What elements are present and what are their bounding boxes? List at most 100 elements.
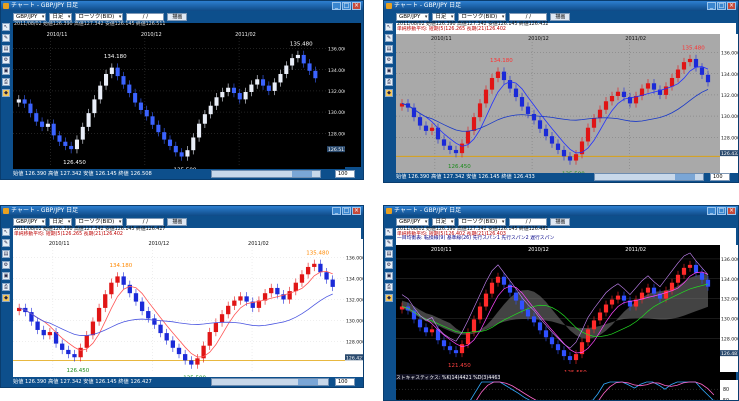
date-input[interactable]: / /	[126, 218, 165, 226]
candle	[681, 62, 687, 70]
candle-type-select[interactable]: ローソク(BID)	[458, 218, 507, 226]
cursor-tool-icon[interactable]: ↖	[385, 23, 393, 31]
window-titlebar[interactable]: チャート - GBP/JPY 日足 _ □ ×	[1, 1, 363, 11]
indicator-icon[interactable]: ▤	[385, 250, 393, 258]
draw-button[interactable]: 描画	[167, 13, 188, 21]
candlestick-chart[interactable]: 2010/11 2010/12 2011/02 136.000 134.000 132.0…	[13, 30, 345, 169]
candlestick-chart[interactable]: 2010/11 2010/12 2011/02 136.000 134.000 132.0…	[13, 239, 363, 377]
candle-type-select[interactable]: ローソク(BID)	[458, 13, 507, 21]
period-select[interactable]: 日足	[49, 13, 73, 21]
candle-type-select[interactable]: ローソク(BID)	[75, 13, 124, 21]
settings-icon[interactable]: ⚙	[385, 261, 393, 269]
settings-icon[interactable]: ⚙	[2, 56, 10, 64]
pen-tool-icon[interactable]: ✎	[2, 239, 10, 247]
stochastics-chart[interactable]: 805020	[396, 380, 738, 401]
pen-tool-icon[interactable]: ✎	[385, 239, 393, 247]
minimize-button[interactable]: _	[707, 207, 716, 215]
ichimoku-chart[interactable]: 2010/11 2010/12 2011/02 136.000 134.000 132.0…	[396, 245, 738, 372]
close-button[interactable]: ×	[727, 2, 736, 10]
close-button[interactable]: ×	[352, 207, 361, 215]
candle	[465, 332, 471, 345]
print-icon[interactable]: ⎙	[2, 78, 10, 86]
candle	[531, 113, 537, 121]
symbol-select[interactable]: GBP/JPY	[13, 13, 47, 21]
draw-button[interactable]: 描画	[167, 218, 188, 226]
cursor-tool-icon[interactable]: ↖	[385, 228, 393, 236]
candle	[441, 340, 447, 347]
chart-window-2: チャート - GBP/JPY 日足 _ □ × GBP/JPY 日足 ローソク(…	[383, 0, 739, 183]
chart-area[interactable]: 2011/08/02 始値126.390 高値127.342 安値126.145…	[396, 22, 738, 173]
minimize-button[interactable]: _	[332, 207, 341, 215]
save-icon[interactable]: ▣	[385, 272, 393, 280]
symbol-select[interactable]: GBP/JPY	[396, 13, 430, 21]
candlestick-chart[interactable]: 2010/11 2010/12 2011/02 136.000 134.000 132.0…	[396, 34, 738, 173]
save-icon[interactable]: ▣	[385, 67, 393, 75]
draw-button[interactable]: 描画	[550, 218, 571, 226]
candle	[84, 335, 89, 348]
print-icon[interactable]: ⎙	[385, 283, 393, 291]
window-titlebar[interactable]: チャート - GBP/JPY 日足 _ □ ×	[1, 206, 363, 216]
close-button[interactable]: ×	[352, 2, 361, 10]
date-input[interactable]: / /	[509, 13, 548, 21]
save-icon[interactable]: ▣	[2, 67, 10, 75]
period-select[interactable]: 日足	[432, 218, 456, 226]
period-select[interactable]: 日足	[432, 13, 456, 21]
zoom-select[interactable]: 100	[335, 378, 355, 386]
candle	[573, 154, 579, 161]
save-icon[interactable]: ▣	[2, 272, 10, 280]
settings-icon[interactable]: ⚙	[385, 56, 393, 64]
candle	[182, 354, 188, 361]
window-titlebar[interactable]: チャート - GBP/JPY 日足 _ □ ×	[384, 1, 738, 11]
chart-area[interactable]: 2011/08/02 始値126.390 高値127.342 安値126.145…	[396, 227, 738, 401]
zoom-select[interactable]: 100	[710, 173, 730, 181]
chart-area[interactable]: 2011/08/02 始値126.390 高値127.342 安値126.145…	[13, 22, 361, 169]
scroll-thumb[interactable]	[675, 174, 695, 180]
close-button[interactable]: ×	[727, 207, 736, 215]
pen-tool-icon[interactable]: ✎	[385, 34, 393, 42]
color-icon[interactable]: ◆	[2, 294, 10, 302]
cursor-tool-icon[interactable]: ↖	[2, 23, 10, 31]
horizontal-scrollbar[interactable]	[211, 378, 329, 386]
print-icon[interactable]: ⎙	[385, 78, 393, 86]
minimize-button[interactable]: _	[332, 2, 341, 10]
cursor-tool-icon[interactable]: ↖	[2, 228, 10, 236]
scroll-thumb[interactable]	[292, 171, 312, 177]
scroll-thumb[interactable]	[298, 379, 318, 385]
x-tick-label: 2010/12	[528, 247, 549, 253]
horizontal-scrollbar[interactable]	[211, 170, 321, 178]
horizontal-scrollbar[interactable]	[594, 173, 704, 181]
candle	[96, 307, 102, 322]
color-icon[interactable]: ◆	[385, 294, 393, 302]
candle	[525, 309, 531, 317]
candle-type-select[interactable]: ローソク(BID)	[75, 218, 124, 226]
maximize-button[interactable]: □	[342, 2, 351, 10]
candle	[453, 350, 459, 354]
window-titlebar[interactable]: チャート - GBP/JPY 日足 _ □ ×	[384, 206, 738, 216]
candle	[226, 305, 231, 315]
maximize-button[interactable]: □	[717, 2, 726, 10]
maximize-button[interactable]: □	[717, 207, 726, 215]
indicator-icon[interactable]: ▤	[385, 45, 393, 53]
candle	[219, 314, 225, 323]
color-icon[interactable]: ◆	[385, 89, 393, 97]
settings-icon[interactable]: ⚙	[2, 261, 10, 269]
indicator-icon[interactable]: ▤	[2, 250, 10, 258]
pen-tool-icon[interactable]: ✎	[2, 34, 10, 42]
zoom-select[interactable]: 100	[335, 170, 355, 178]
draw-button[interactable]: 描画	[550, 13, 571, 21]
symbol-select[interactable]: GBP/JPY	[13, 218, 47, 226]
period-select[interactable]: 日足	[49, 218, 73, 226]
maximize-button[interactable]: □	[342, 207, 351, 215]
candle	[305, 266, 311, 275]
symbol-select[interactable]: GBP/JPY	[396, 218, 430, 226]
indicator-icon[interactable]: ▤	[2, 45, 10, 53]
print-icon[interactable]: ⎙	[2, 283, 10, 291]
color-icon[interactable]: ◆	[2, 89, 10, 97]
date-input[interactable]: / /	[126, 13, 165, 21]
candle	[98, 85, 103, 100]
candle	[244, 296, 249, 302]
minimize-button[interactable]: _	[707, 2, 716, 10]
date-input[interactable]: / /	[509, 218, 548, 226]
candle	[417, 117, 423, 126]
chart-area[interactable]: 2011/08/02 始値126.390 高値127.342 安値126.145…	[13, 227, 363, 377]
